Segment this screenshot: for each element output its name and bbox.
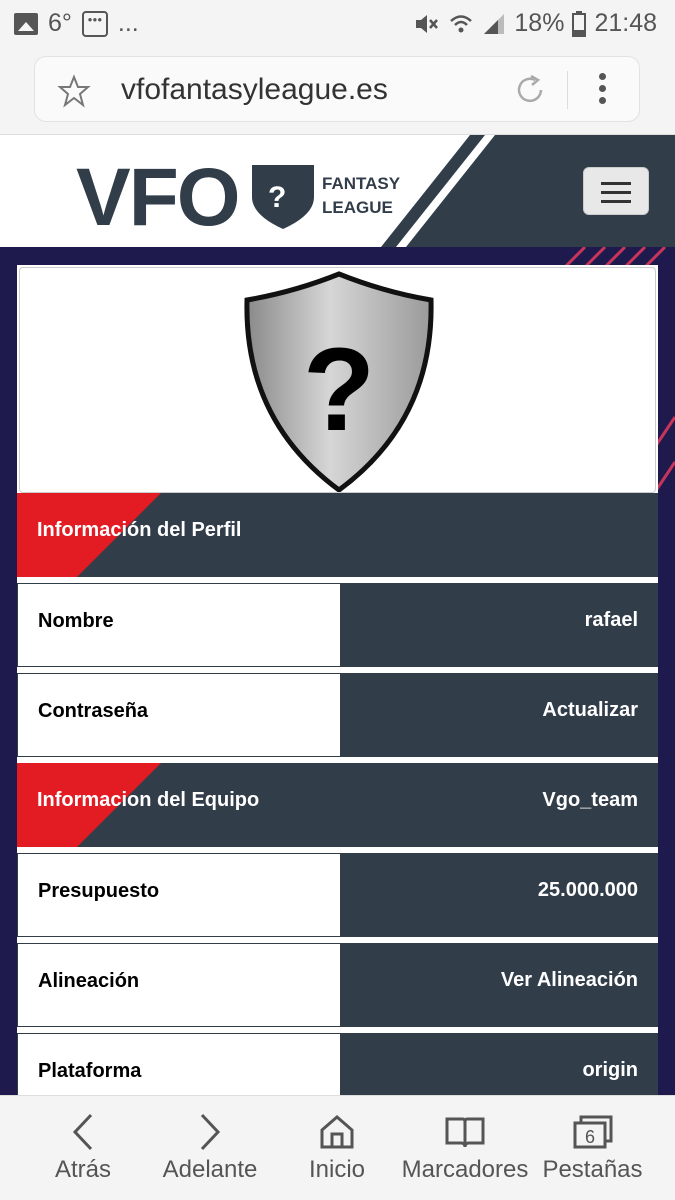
profile-card: ? Información del Perfil Nombre rafael C…	[17, 265, 658, 1095]
team-section-title: Informacion del Equipo	[37, 789, 260, 811]
wifi-icon	[450, 14, 473, 32]
team-section-header: Informacion del Equipo Vgo_team	[17, 763, 658, 847]
hamburger-menu-button[interactable]	[583, 167, 649, 215]
more-notifications: ...	[117, 9, 139, 37]
profile-section-title: Información del Perfil	[37, 519, 242, 541]
svg-text:?: ?	[303, 324, 375, 456]
home-label: Inicio	[308, 1156, 366, 1183]
profile-section-header: Información del Perfil	[17, 493, 658, 577]
team-row-platform: Plataforma origin	[17, 1033, 658, 1095]
gallery-icon	[14, 12, 38, 35]
site-header: VFO ? FANTASY LEAGUE	[0, 135, 675, 247]
tabs-icon: 6	[573, 1115, 612, 1149]
divider	[567, 71, 568, 109]
status-bar: 6° ●●● ... 18% 21:48	[0, 0, 675, 48]
svg-text:VFO: VFO	[76, 152, 239, 243]
book-icon	[445, 1117, 485, 1148]
site-logo[interactable]: VFO ? FANTASY LEAGUE	[76, 135, 436, 247]
signal-icon	[484, 13, 505, 34]
bookmarks-label: Marcadores	[401, 1156, 529, 1183]
browser-toolbar: vfofantasyleague.es	[0, 48, 675, 135]
battery-percent: 18%	[514, 9, 565, 37]
app-notification-icon: ●●●	[81, 10, 108, 37]
address-bar[interactable]: vfofantasyleague.es	[34, 56, 640, 122]
profile-row-name: Nombre rafael	[17, 583, 658, 667]
tabs-label: Pestañas	[542, 1156, 643, 1183]
chevron-left-icon	[72, 1113, 93, 1151]
team-crest-container: ?	[19, 267, 656, 493]
svg-text:FANTASY: FANTASY	[322, 174, 401, 193]
browser-bottom-nav: Atrás Adelante Inicio Marcadores 6 Pesta…	[0, 1095, 675, 1200]
view-lineup-link[interactable]: Ver Alineación	[340, 943, 658, 1027]
page-background: ? Información del Perfil Nombre rafael C…	[0, 247, 675, 1095]
row-label: Presupuesto	[38, 880, 160, 902]
bookmark-star-icon[interactable]	[57, 74, 91, 108]
row-value[interactable]: Actualizar	[542, 699, 638, 722]
forward-button[interactable]: Adelante	[158, 1096, 262, 1200]
chevron-right-icon	[200, 1113, 221, 1151]
back-button[interactable]: Atrás	[30, 1096, 136, 1200]
svg-text:?: ?	[268, 181, 286, 214]
tabs-button[interactable]: 6 Pestañas	[540, 1096, 645, 1200]
forward-label: Adelante	[162, 1156, 258, 1183]
row-label: Contraseña	[38, 700, 149, 722]
back-label: Atrás	[54, 1156, 111, 1183]
more-options-icon[interactable]	[595, 73, 609, 107]
row-value: rafael	[584, 609, 638, 631]
home-button[interactable]: Inicio	[292, 1096, 382, 1200]
row-label: Plataforma	[38, 1060, 142, 1082]
temperature: 6°	[48, 9, 72, 37]
unknown-team-shield-icon: ?	[244, 271, 434, 492]
reload-icon[interactable]	[513, 73, 547, 107]
svg-text:6: 6	[584, 1127, 594, 1147]
url-text[interactable]: vfofantasyleague.es	[121, 73, 388, 107]
row-value: origin	[582, 1059, 638, 1081]
svg-text:LEAGUE: LEAGUE	[322, 198, 393, 217]
row-label: Alineación	[38, 970, 140, 992]
row-value: 25.000.000	[537, 879, 638, 901]
team-name: Vgo_team	[542, 789, 638, 811]
update-password-link[interactable]: Actualizar	[340, 673, 658, 757]
team-row-lineup: Alineación Ver Alineación	[17, 943, 658, 1027]
row-value[interactable]: Ver Alineación	[501, 969, 638, 992]
row-label: Nombre	[38, 610, 114, 632]
home-icon	[320, 1115, 354, 1149]
clock: 21:48	[594, 9, 657, 37]
bookmarks-button[interactable]: Marcadores	[400, 1096, 530, 1200]
profile-row-password: Contraseña Actualizar	[17, 673, 658, 757]
battery-icon	[572, 10, 587, 37]
team-row-budget: Presupuesto 25.000.000	[17, 853, 658, 937]
mute-icon	[416, 14, 439, 33]
